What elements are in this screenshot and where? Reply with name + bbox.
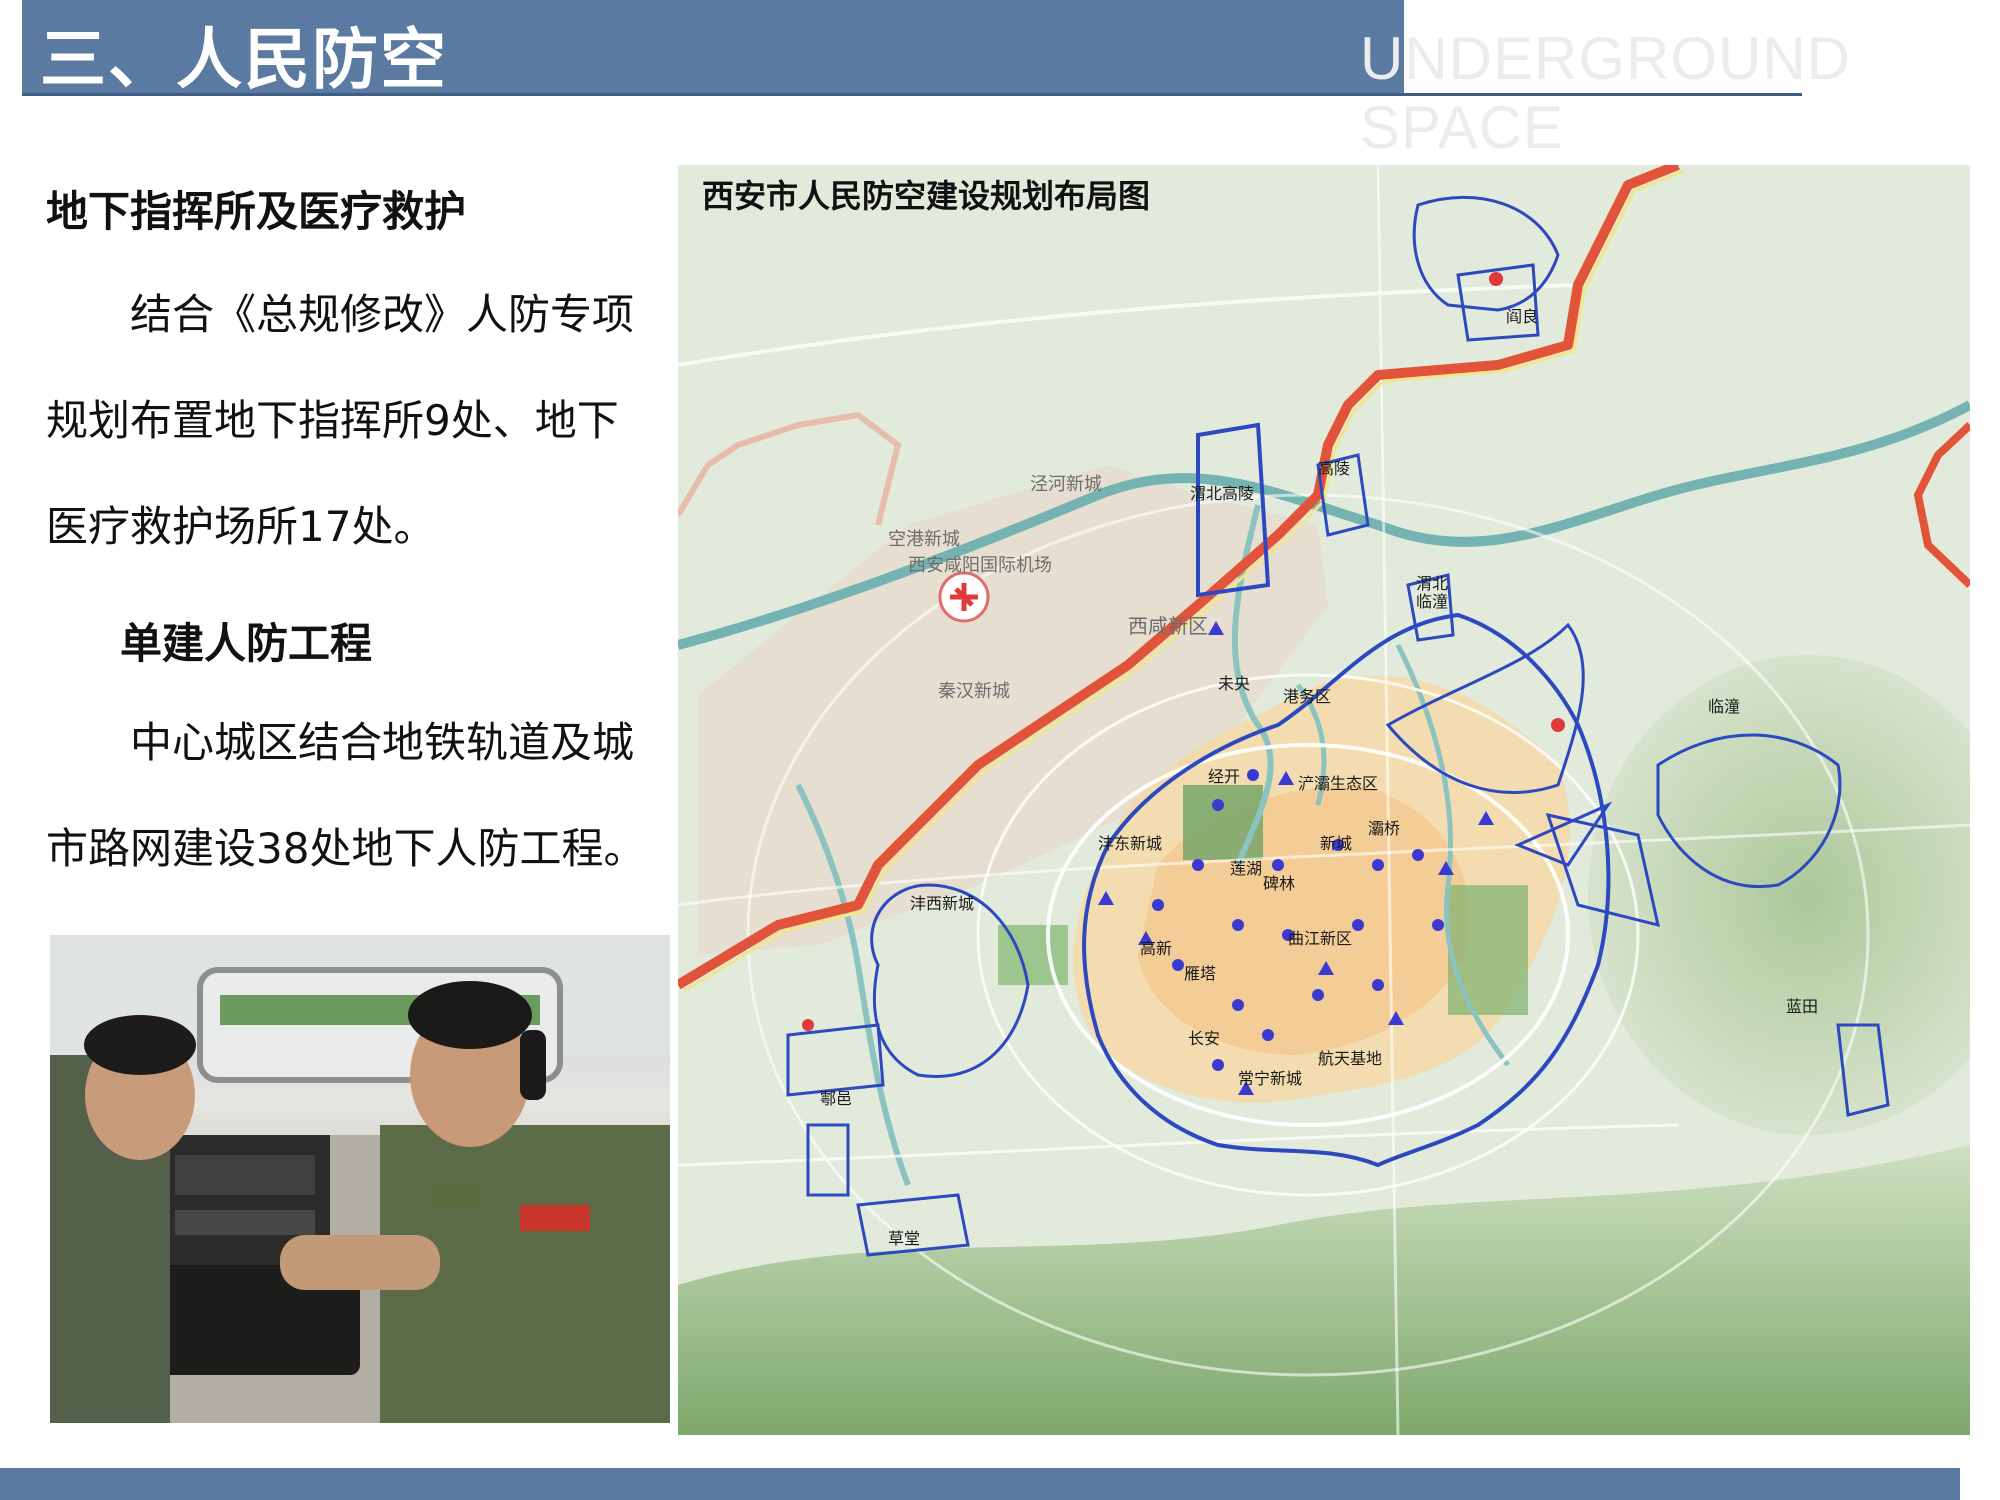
paragraph-line: 结合《总规修改》人防专项 [46, 290, 635, 339]
photo-illustration [50, 935, 670, 1423]
map-label-qinhan: 秦汉新城 [938, 681, 1010, 702]
section-heading-civil-defense: 单建人防工程 [120, 619, 373, 668]
paragraph-line: 市路网建设38处地下人防工程。 [46, 824, 646, 873]
map-label-xixian: 西咸新区 [1128, 614, 1208, 638]
map-label-lianhu: 莲湖 [1230, 859, 1263, 878]
map-label-baqiao: 灞桥 [1368, 819, 1401, 838]
map-label-changning: 常宁新城 [1238, 1069, 1303, 1088]
map-label-lintong: 临潼 [1708, 697, 1741, 716]
footer-bar [0, 1468, 1960, 1500]
map-label-weibei-gaoling: 渭北高陵 [1190, 484, 1255, 503]
map-title: 西安市人民防空建设规划布局图 [702, 177, 1151, 215]
map-label-xincheng: 新城 [1320, 834, 1353, 853]
map-label-changan: 长安 [1188, 1029, 1221, 1048]
map-label-airport: 西安咸阳国际机场 [908, 555, 1052, 576]
section-paragraph-civil-defense: 中心城区结合地铁轨道及城 市路网建设38处地下人防工程。 [46, 690, 666, 902]
map-label-hangtian: 航天基地 [1318, 1049, 1383, 1068]
command-vehicle-photo [50, 935, 670, 1423]
map-label-fengdong: 沣东新城 [1098, 834, 1163, 853]
map-label-caotang: 草堂 [888, 1229, 921, 1248]
paragraph-line: 医疗救护场所17处。 [46, 502, 436, 551]
map-label-yanta: 雁塔 [1184, 964, 1217, 983]
map-label-huyi: 鄠邑 [820, 1089, 853, 1108]
map-label-lantian: 蓝田 [1786, 997, 1819, 1016]
map-label-konggang: 空港新城 [888, 529, 960, 550]
map-label-gaoling: 高陵 [1318, 459, 1351, 478]
map-label-beilin: 碑林 [1263, 874, 1296, 893]
map-label-gaoxin: 高新 [1140, 939, 1173, 958]
section-heading-command: 地下指挥所及医疗救护 [46, 187, 467, 236]
map-label-yanliang: 阎良 [1506, 307, 1539, 326]
map-label-gangwu: 港务区 [1283, 687, 1332, 706]
map-label-jingkai: 经开 [1208, 767, 1241, 786]
paragraph-line: 规划布置地下指挥所9处、地下 [46, 396, 619, 445]
map-base [678, 165, 1970, 1435]
map-label-qujiang: 曲江新区 [1288, 929, 1353, 948]
page-title: 三、人民防空 [40, 21, 448, 98]
section-paragraph-command: 结合《总规修改》人防专项 规划布置地下指挥所9处、地下 医疗救护场所17处。 [46, 262, 666, 580]
map-label-fengxi: 沣西新城 [910, 894, 975, 913]
civil-defense-planning-map: 西安市人民防空建设规划布局图 阎良 高陵 渭北高陵 渭北 临潼 泾河新城 空港新… [678, 165, 1970, 1435]
header-watermark: UNDERGROUND SPACE [1360, 25, 1851, 161]
map-label-jinghe: 泾河新城 [1030, 474, 1102, 495]
map-label-weibei-lintong: 渭北 临潼 [1416, 574, 1449, 611]
paragraph-line: 中心城区结合地铁轨道及城 [46, 718, 635, 767]
map-label-weiyang: 未央 [1218, 674, 1251, 693]
map-label-chanba: 浐灞生态区 [1298, 774, 1379, 793]
